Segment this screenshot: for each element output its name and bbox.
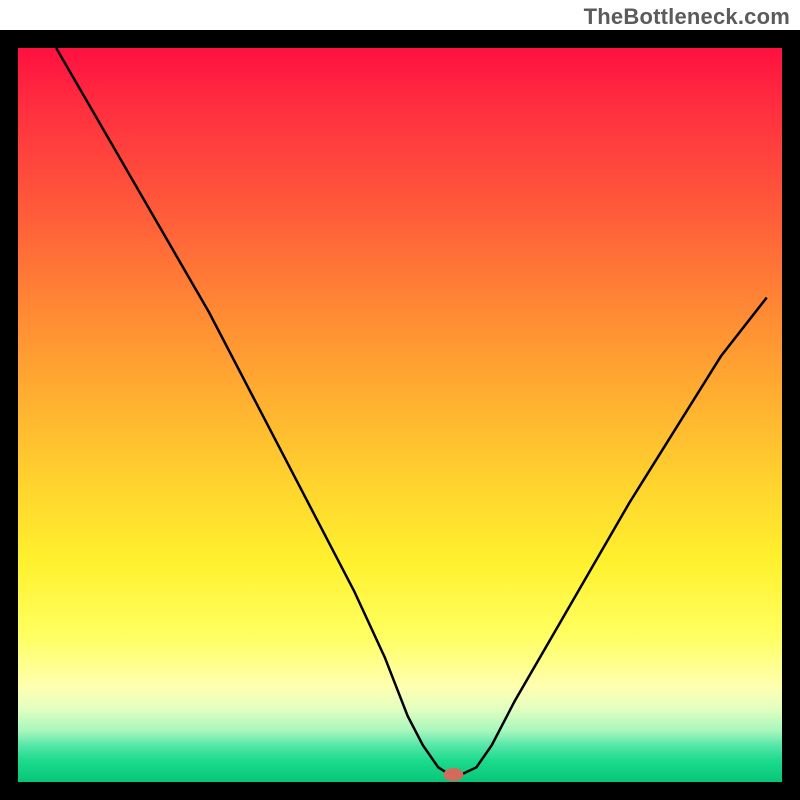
plot-area <box>18 48 782 782</box>
chart-container: TheBottleneck.com <box>0 0 800 800</box>
watermark-text: TheBottleneck.com <box>584 4 790 30</box>
plot-frame <box>0 30 800 800</box>
curve-svg <box>18 48 782 782</box>
bottleneck-curve <box>56 48 767 775</box>
minimum-marker <box>444 768 464 781</box>
